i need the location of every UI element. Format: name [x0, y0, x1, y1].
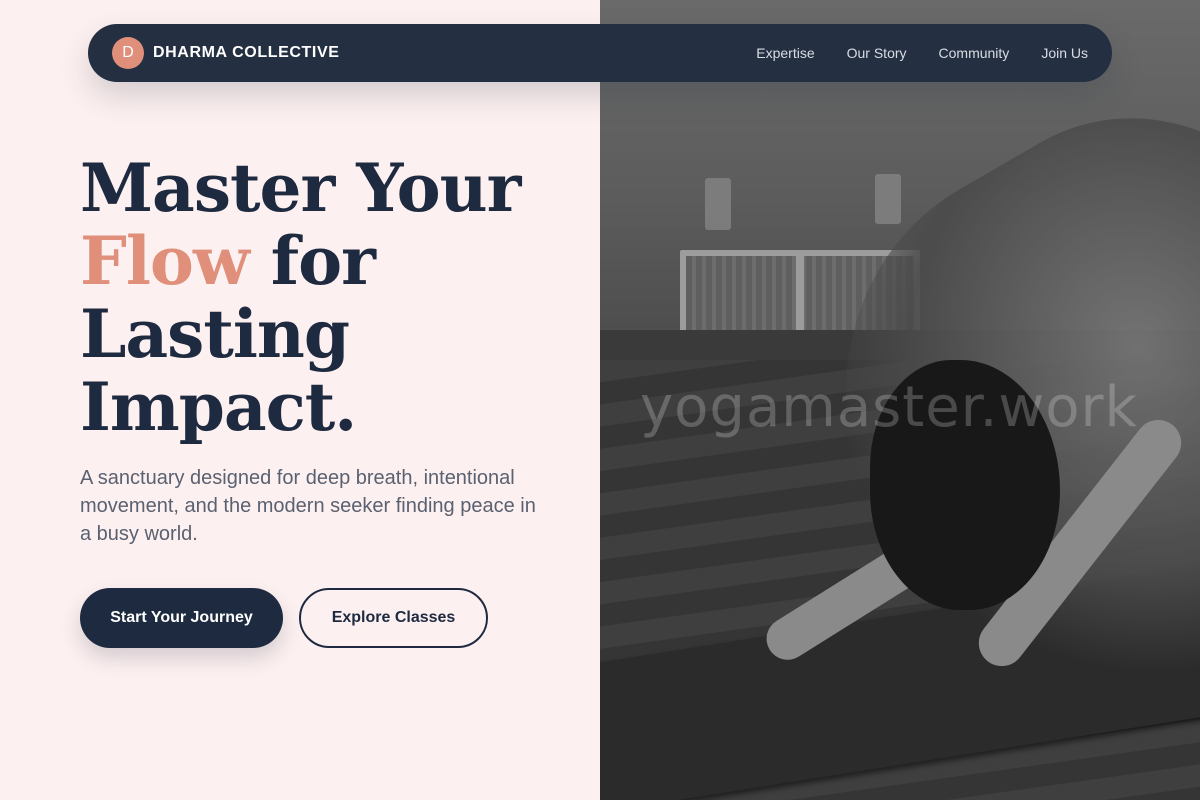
- headline-line-1: Master Your: [80, 149, 521, 227]
- hero-headline: Master Your Flow for Lasting Impact.: [80, 149, 521, 446]
- photo-outlet: [875, 174, 901, 224]
- top-nav-bar: D DHARMA COLLECTIVE Expertise Our Story …: [88, 24, 1112, 82]
- nav-link-community[interactable]: Community: [939, 45, 1010, 61]
- hero-photo: yogamaster.work: [600, 0, 1200, 800]
- brand-logo-icon[interactable]: D: [112, 37, 144, 69]
- nav-link-join-us[interactable]: Join Us: [1041, 45, 1088, 61]
- photo-watermark: yogamaster.work: [640, 375, 1138, 440]
- headline-line-4: Impact.: [80, 368, 357, 446]
- nav-link-our-story[interactable]: Our Story: [847, 45, 907, 61]
- photo-outlet: [705, 178, 731, 230]
- headline-line-2-rest: for: [248, 222, 376, 300]
- headline-accent-word: Flow: [80, 222, 250, 300]
- nav-links: Expertise Our Story Community Join Us: [756, 45, 1088, 61]
- nav-link-expertise[interactable]: Expertise: [756, 45, 814, 61]
- brand-name[interactable]: DHARMA COLLECTIVE: [153, 44, 340, 62]
- explore-classes-button[interactable]: Explore Classes: [299, 588, 488, 648]
- hero-subtext: A sanctuary designed for deep breath, in…: [80, 467, 536, 545]
- start-journey-button[interactable]: Start Your Journey: [80, 588, 283, 648]
- headline-line-3: Lasting: [80, 295, 350, 373]
